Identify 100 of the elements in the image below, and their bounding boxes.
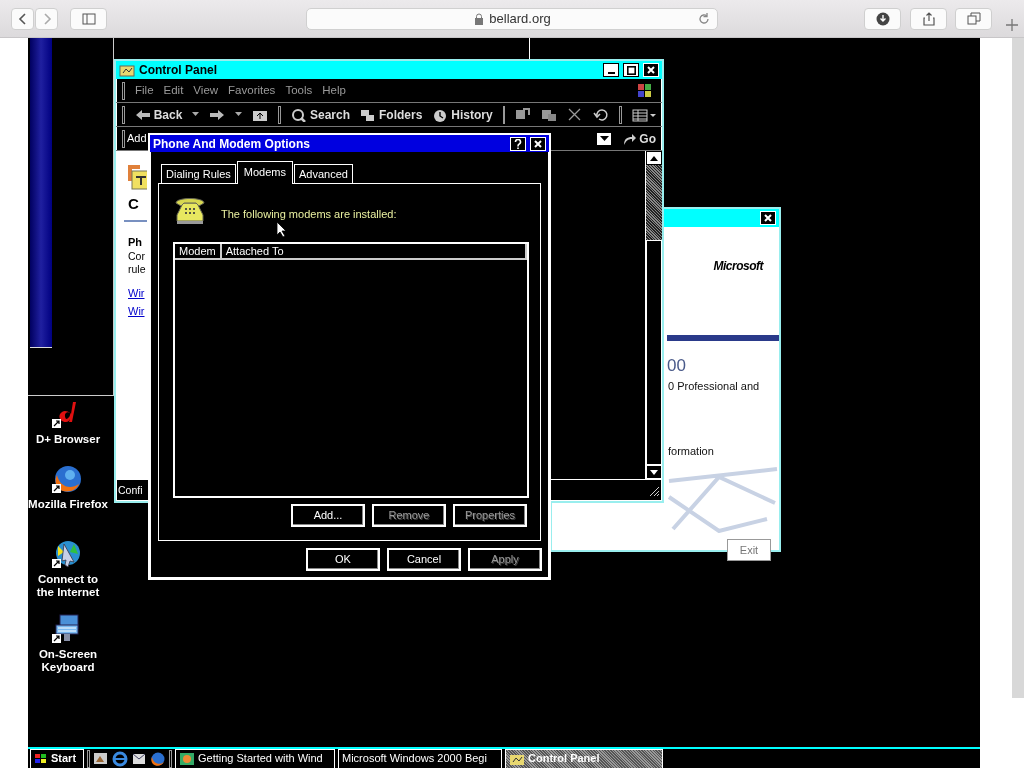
search-icon [290, 107, 307, 122]
toolbar-divider [619, 105, 622, 124]
dropdown-arrow-icon[interactable] [235, 112, 243, 117]
views-icon[interactable] [631, 107, 656, 122]
search-button[interactable]: Search [290, 105, 350, 124]
cursor-icon [276, 221, 287, 238]
minimize-icon [607, 72, 615, 74]
menu-item[interactable]: Tools [285, 81, 313, 100]
windows-flag-icon [34, 752, 48, 765]
share-button[interactable] [910, 8, 947, 30]
window-edge [529, 38, 530, 59]
close-button[interactable] [643, 63, 659, 77]
heading-text: C [128, 194, 140, 214]
toolbar-grip[interactable] [122, 81, 125, 100]
folders-icon [360, 107, 376, 122]
dialog-button[interactable]: OK [306, 548, 380, 571]
folders-button[interactable]: Folders [360, 105, 423, 124]
dialog-button[interactable]: Cancel [387, 548, 461, 571]
toolbar-grip[interactable] [122, 105, 125, 124]
share-icon [921, 12, 936, 26]
scrollbar[interactable] [645, 151, 662, 479]
body-text: rule [128, 262, 147, 276]
sidebar-icon [81, 12, 96, 26]
column-header[interactable]: Modem [175, 244, 222, 258]
link-text[interactable]: formation [668, 443, 714, 460]
close-icon [764, 214, 772, 222]
firefox-icon[interactable] [52, 463, 84, 495]
maximize-button[interactable] [623, 63, 639, 77]
window-title: Control Panel [139, 62, 218, 79]
back-button[interactable]: Back [134, 105, 183, 124]
help-icon [514, 138, 522, 149]
start-button[interactable]: Start [30, 748, 84, 768]
close-icon [647, 66, 655, 74]
help-button[interactable] [510, 136, 526, 151]
dropdown-arrow-icon [599, 135, 609, 142]
scroll-thumb[interactable] [646, 240, 662, 465]
go-button[interactable]: Go [622, 129, 656, 148]
firefox-icon[interactable] [150, 750, 166, 767]
up-arrow-icon [650, 155, 658, 161]
logo-text: Microsoft [713, 258, 763, 275]
status-text: Confi [118, 482, 143, 498]
tab[interactable]: Dialing Rules [161, 163, 236, 183]
go-arrow-icon [622, 131, 637, 146]
icon-label[interactable]: Connect to the Internet [28, 573, 108, 600]
forward-arrow-icon[interactable] [209, 107, 226, 122]
copy-to-icon[interactable] [541, 107, 558, 122]
dropdown-arrow-icon[interactable] [192, 112, 200, 117]
internet-explorer-icon[interactable] [112, 750, 128, 767]
taskbar-button[interactable]: Microsoft Windows 2000 Begi [338, 748, 502, 768]
tab[interactable]: Modems [236, 160, 293, 184]
history-button[interactable]: History [432, 105, 493, 124]
heading-text: 00 [667, 355, 686, 377]
lock-icon [473, 13, 486, 25]
dropdown-button[interactable] [596, 131, 613, 146]
download-button[interactable] [864, 8, 901, 30]
address-label: Add [127, 131, 147, 147]
move-to-icon[interactable] [515, 107, 532, 122]
download-icon [875, 12, 890, 26]
menu-item[interactable]: Edit [163, 81, 184, 100]
reload-icon[interactable] [697, 12, 711, 26]
column-header[interactable]: Attached To [221, 244, 527, 258]
minimize-button[interactable] [603, 63, 619, 77]
scroll-up-button[interactable] [646, 151, 662, 165]
maximize-icon [626, 65, 636, 75]
toolbar-grip[interactable] [122, 129, 125, 148]
menu-item[interactable]: Help [322, 81, 346, 100]
show-desktop-icon[interactable] [93, 750, 109, 767]
folder-icon [119, 63, 135, 77]
list-view[interactable]: Modem Attached To [173, 242, 529, 498]
close-icon [534, 139, 542, 148]
scrollbar[interactable] [1012, 38, 1024, 698]
history-icon [432, 107, 449, 122]
down-arrow-icon [650, 469, 658, 475]
link[interactable]: Wir [128, 285, 147, 303]
back-button[interactable] [11, 8, 34, 30]
undo-icon[interactable] [593, 107, 610, 122]
menu-item[interactable]: Favorites [228, 81, 276, 100]
link[interactable]: Wir [128, 302, 147, 321]
toolbar-grip [87, 749, 90, 768]
taskbar-button[interactable]: Getting Started with Wind [175, 748, 335, 768]
toolbar-divider [278, 105, 281, 124]
icon-label[interactable]: Mozilla Firefox [28, 498, 108, 512]
back-arrow-icon [134, 107, 151, 122]
menu-item[interactable]: View [193, 81, 219, 100]
dialog-title: Phone And Modem Options [153, 135, 311, 153]
resize-grip-icon[interactable] [648, 484, 660, 497]
close-button[interactable] [530, 136, 546, 151]
tabs-icon [966, 12, 981, 26]
scroll-down-button[interactable] [646, 465, 662, 479]
tab[interactable]: Advanced [294, 163, 353, 183]
icon-label[interactable]: D+ Browser [35, 433, 101, 447]
toolbar-grip [169, 749, 172, 768]
app-icon [179, 751, 195, 766]
menu-item[interactable]: File [135, 81, 154, 100]
close-button[interactable] [760, 211, 776, 225]
section-title: Ph [128, 234, 144, 250]
exit-button[interactable]: Exit [727, 539, 771, 561]
dialog-button[interactable]: Add... [291, 504, 365, 527]
icon-label[interactable]: On-Screen Keyboard [28, 648, 108, 675]
url-field[interactable]: bellard.org [306, 8, 718, 30]
